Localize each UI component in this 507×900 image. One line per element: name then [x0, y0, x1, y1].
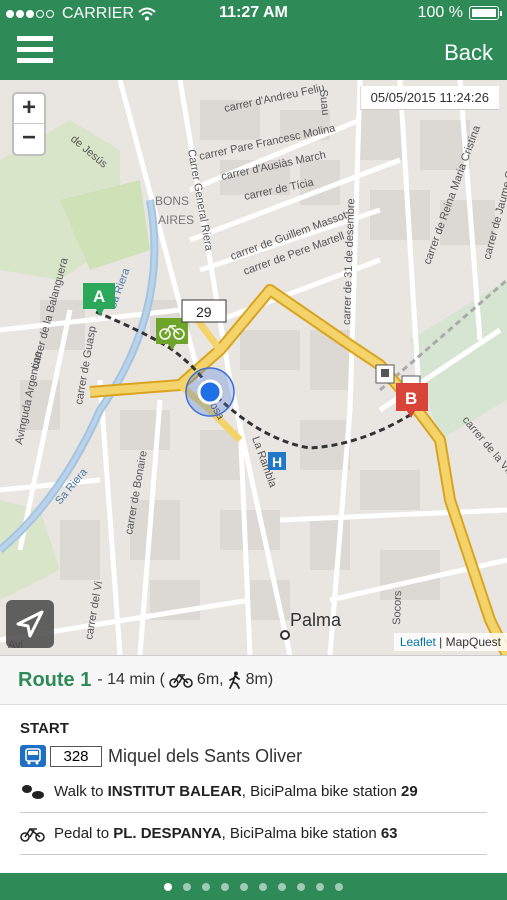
battery-icon [469, 6, 502, 20]
battery-area: 100 % [417, 4, 502, 22]
page-dot[interactable] [335, 882, 343, 891]
area-label: AIRES [158, 213, 194, 227]
bike-duration: 6m, [196, 671, 224, 688]
current-location-dot[interactable] [197, 379, 223, 405]
page-dot[interactable] [183, 882, 191, 891]
start-label: START [20, 720, 69, 737]
pedal-destination: PL. DESPANYA [113, 825, 222, 842]
leaflet-link[interactable]: Leaflet [400, 635, 436, 649]
walk-station-number: 29 [401, 783, 418, 800]
city-label: Palma [290, 610, 342, 630]
pedal-station-number: 63 [380, 825, 398, 842]
pedal-mid: , BiciPalma bike station [221, 825, 381, 842]
bus-step[interactable]: 328 Miquel dels Sants Oliver [20, 745, 487, 767]
walk-icon [228, 671, 242, 689]
hospital-letter: H [272, 454, 282, 470]
bus-icon [20, 745, 46, 767]
bike-count-badge: 29 [181, 299, 227, 323]
pedal-prefix: Pedal to [54, 825, 114, 842]
map-canvas[interactable]: carrer d'Andreu Feliu carrer Pare France… [0, 80, 507, 655]
zoom-out-button[interactable]: − [14, 124, 44, 154]
page-dot[interactable] [240, 882, 248, 891]
svg-text:29: 29 [196, 304, 212, 320]
bike-icon [169, 672, 193, 688]
walk-destination: INSTITUT BALEAR [107, 783, 242, 800]
attribution-separator: | [435, 635, 446, 649]
page-dot[interactable] [316, 882, 324, 891]
locate-me-button[interactable] [6, 600, 54, 648]
map-attribution: Leaflet | MapQuest [393, 633, 507, 651]
page-dot[interactable] [164, 882, 172, 891]
walk-duration: 8m) [245, 671, 274, 688]
page-dot[interactable] [297, 882, 305, 891]
menu-icon-bar [17, 47, 53, 52]
battery-label: 100 % [417, 4, 463, 21]
city-center-dot [280, 630, 290, 640]
zoom-control: + − [12, 92, 46, 156]
menu-icon-bar [17, 36, 53, 41]
map-view[interactable]: carrer d'Andreu Feliu carrer Pare France… [0, 80, 507, 655]
route-summary[interactable]: Route 1 - 14 min ( 6m, 8m) [0, 655, 507, 705]
route-title: Route 1 [18, 668, 92, 691]
svg-text:A: A [93, 287, 105, 306]
park-area [0, 500, 60, 600]
street-label: carrer del Vi [83, 580, 105, 640]
walk-mid: , BiciPalma bike station [241, 783, 402, 800]
street-label: Socors [391, 590, 404, 625]
map-timestamp: 05/05/2015 11:24:26 [359, 86, 499, 110]
route-duration: - 14 min ( [97, 671, 165, 688]
attribution-provider: MapQuest [445, 635, 501, 649]
bus-stop-name: Miquel dels Sants Oliver [108, 745, 303, 766]
zoom-in-button[interactable]: + [14, 94, 44, 124]
bike-station-marker[interactable] [156, 318, 188, 350]
svg-text:B: B [405, 389, 417, 408]
back-button[interactable]: Back [444, 40, 493, 66]
area-label: BONS [155, 194, 189, 208]
navigation-arrow-icon [16, 610, 44, 638]
page-dot[interactable] [202, 882, 210, 891]
route-pager [0, 873, 507, 900]
street-label: carrer d'Andreu Feliu [223, 82, 326, 115]
page-dot[interactable] [221, 882, 229, 891]
pedal-step[interactable]: Pedal to PL. DESPANYA, BiciPalma bike st… [20, 813, 487, 855]
marker-a[interactable]: A [83, 283, 115, 316]
street-label: Suau [317, 89, 331, 116]
street-label: carrer de la Vinyassa [460, 414, 507, 501]
walk-prefix: Walk to [54, 783, 108, 800]
status-bar: CARRIER 11:27 AM 100 % [0, 0, 507, 28]
bike-icon [20, 826, 54, 842]
bus-line-number: 328 [50, 745, 102, 767]
route-steps: START 328 Miquel dels Sants Oliver Walk … [0, 705, 507, 855]
page-dot[interactable] [278, 882, 286, 891]
top-bar: CARRIER 11:27 AM 100 % Back [0, 0, 507, 80]
walk-step[interactable]: Walk to INSTITUT BALEAR, BiciPalma bike … [20, 771, 487, 813]
page-dot[interactable] [259, 882, 267, 891]
footsteps-icon [20, 783, 54, 801]
menu-icon-bar [17, 58, 53, 63]
menu-button[interactable] [17, 36, 53, 66]
